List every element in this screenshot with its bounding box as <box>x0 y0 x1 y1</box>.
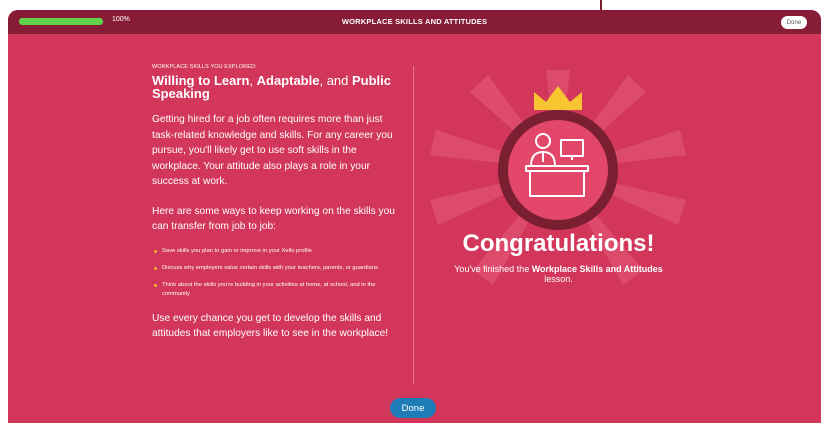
congratulations-heading: Congratulations! <box>462 230 655 257</box>
ways-intro: Here are some ways to keep working on th… <box>152 205 395 233</box>
column-divider <box>413 66 414 384</box>
skill-name: Adaptable <box>256 73 320 88</box>
list-item: Discuss why employers value certain skil… <box>152 264 400 273</box>
done-button[interactable]: Done <box>390 398 436 418</box>
top-bar: 100% WORKPLACE SKILLS AND ATTITUDES Done <box>8 10 821 34</box>
skills-eyebrow: WORKPLACE SKILLS YOU EXPLORED: <box>152 64 257 70</box>
bullet-dot-icon <box>154 266 157 270</box>
intro-paragraph: Getting hired for a job often requires m… <box>152 114 393 187</box>
skills-heading: Willing to Learn, Adaptable, and Public … <box>152 74 400 100</box>
tips-list: Save skills you plan to gain or improve … <box>152 247 400 299</box>
lesson-name: Workplace Skills and Attitudes <box>531 264 663 274</box>
skill-separator: , and <box>319 73 352 88</box>
completion-prefix: You've finished the <box>454 264 532 274</box>
lesson-title: WORKPLACE SKILLS AND ATTITUDES <box>341 17 488 26</box>
completion-suffix: lesson. <box>544 274 573 284</box>
completion-message: You've finished the Workplace Skills and… <box>426 264 691 284</box>
top-edge-marker <box>600 0 602 10</box>
list-item: Think about the skills you're building i… <box>152 281 400 299</box>
list-item: Save skills you plan to gain or improve … <box>152 247 400 256</box>
bullet-dot-icon <box>154 249 157 253</box>
closing-paragraph: Use every chance you get to develop the … <box>152 312 389 340</box>
tip-text: Save skills you plan to gain or improve … <box>162 247 312 254</box>
bullet-dot-icon <box>154 283 157 287</box>
skills-summary: WORKPLACE SKILLS YOU EXPLORED: Willing t… <box>152 64 400 342</box>
lesson-window: 100% WORKPLACE SKILLS AND ATTITUDES Done… <box>8 10 821 423</box>
tip-text: Discuss why employers value certain skil… <box>162 264 378 271</box>
crown-icon <box>534 86 582 110</box>
skill-separator: , <box>249 73 257 88</box>
done-button-top[interactable]: Done <box>781 16 807 29</box>
tip-text: Think about the skills you're building i… <box>162 281 376 297</box>
